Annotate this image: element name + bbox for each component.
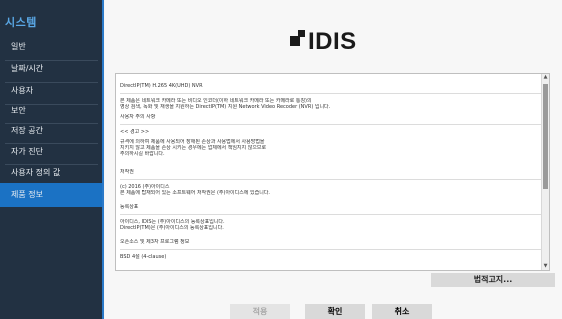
vertical-scrollbar[interactable]: ▲ ▼ xyxy=(541,74,549,270)
divider xyxy=(120,93,545,94)
intro-line: 영상 검색, 녹화 및 재생을 지원하는 DirectIP(TM) 지원 Net… xyxy=(120,104,331,110)
divider xyxy=(120,249,545,250)
trademark-line: DirectIP(TM)은 (주)아이디스의 등록상표입니다. xyxy=(120,225,224,231)
license-content: DirectIP(TM) H.265 4K(UHD) NVR 본 제품은 네트워… xyxy=(120,83,545,260)
sidebar-item-product-info[interactable]: 제품 정보 xyxy=(0,183,103,207)
trademark-title: 등록상표 xyxy=(120,204,139,210)
logo-mark-icon xyxy=(290,36,300,46)
ok-button[interactable]: 확인 xyxy=(305,304,365,319)
caution-title: 사용자 주의 사항 xyxy=(120,114,156,120)
logo-mark-small-icon xyxy=(298,30,305,37)
license-textbox[interactable]: DirectIP(TM) H.265 4K(UHD) NVR 본 제품은 네트워… xyxy=(115,73,550,271)
product-name: DirectIP(TM) H.265 4K(UHD) NVR xyxy=(120,83,203,89)
scroll-down-icon[interactable]: ▼ xyxy=(542,263,549,270)
idis-logo: IDIS xyxy=(290,28,380,56)
scroll-thumb[interactable] xyxy=(543,84,548,189)
copyright-line: 본 제품에 탑재되어 있는 소프트웨어 저작권은 (주)아이디스에 있습니다. xyxy=(120,190,271,196)
warning-line: 주의하시길 바랍니다. xyxy=(120,151,165,157)
opensource-line: BSD 4절 (4-clause) xyxy=(120,254,167,260)
sidebar-item-general[interactable]: 일반 xyxy=(0,35,103,59)
divider xyxy=(120,179,545,180)
sidebar-item-date-time[interactable]: 날짜/시간 xyxy=(0,57,103,81)
scroll-up-icon[interactable]: ▲ xyxy=(542,74,549,81)
divider xyxy=(120,214,545,215)
opensource-title: 오픈소스 및 제3자 프로그램 정보 xyxy=(120,239,190,245)
divider xyxy=(120,124,545,125)
copyright-title: 저작권 xyxy=(120,169,134,175)
apply-button[interactable]: 적용 xyxy=(230,304,290,319)
warning-heading: << 경고 >> xyxy=(120,129,150,135)
sidebar-item-custom-values[interactable]: 사용자 정의 값 xyxy=(0,161,103,185)
sidebar-border xyxy=(102,0,104,319)
sidebar-title: 시스템 xyxy=(5,16,37,29)
sidebar: 시스템 일반 날짜/시간 사용자 보안 저장 공간 자가 진단 사용자 정의 값… xyxy=(0,0,103,319)
legal-notice-button[interactable]: 법적고지... xyxy=(431,273,555,287)
logo-text: IDIS xyxy=(308,28,357,55)
cancel-button[interactable]: 취소 xyxy=(372,304,432,319)
